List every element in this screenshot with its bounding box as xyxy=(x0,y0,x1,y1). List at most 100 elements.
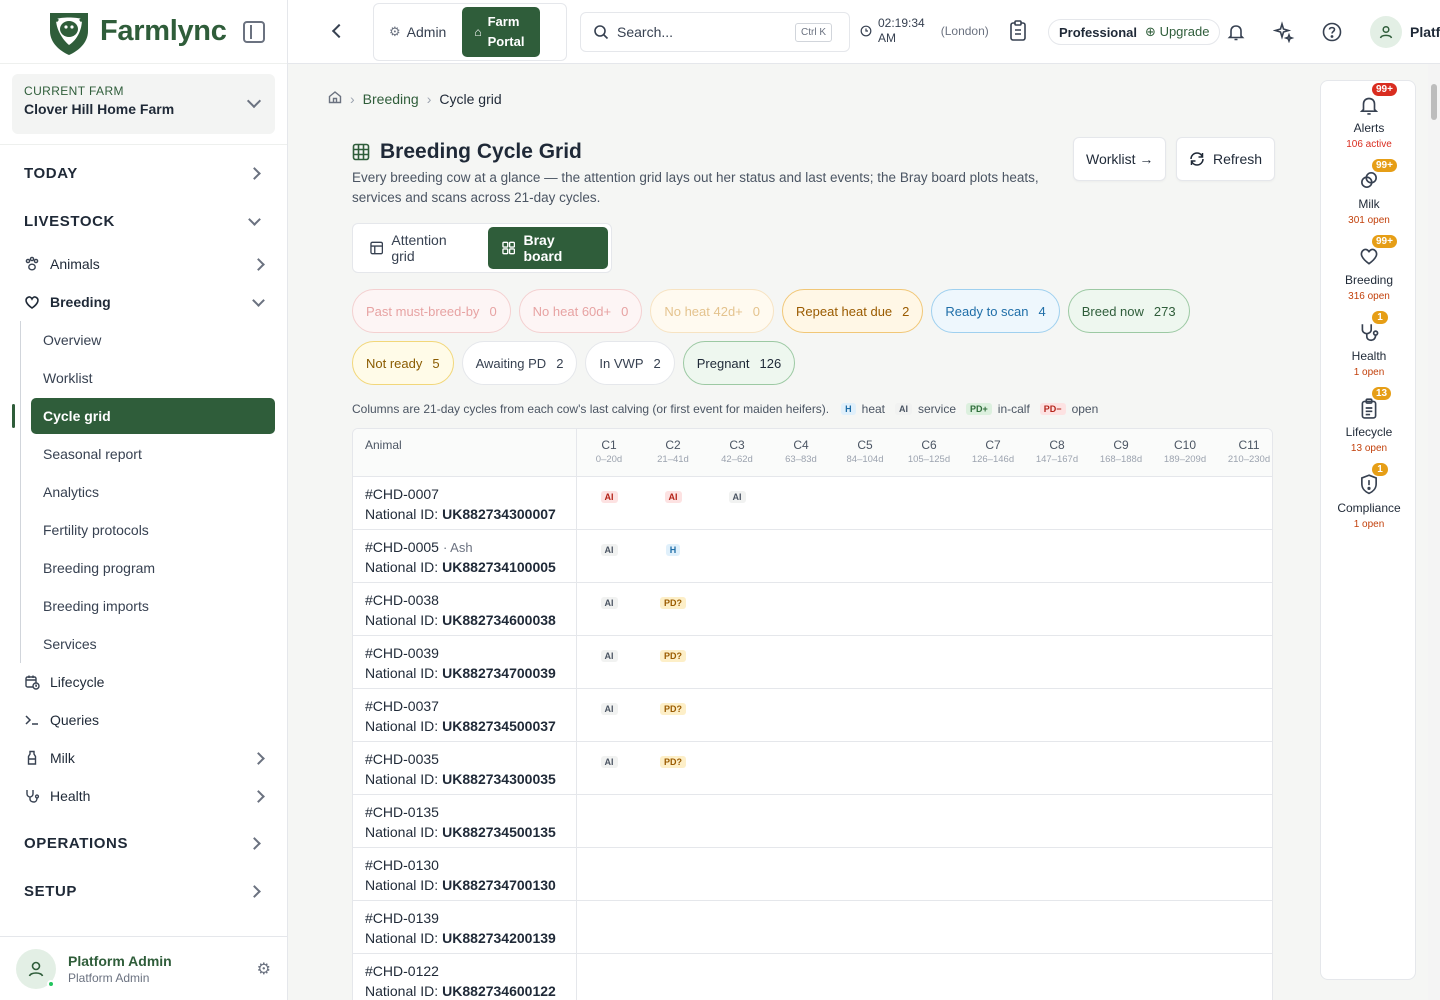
animal-tag[interactable]: #CHD-0005 · Ash xyxy=(365,539,473,555)
cycle-cell[interactable]: PD? xyxy=(641,593,705,611)
rail-item-milk[interactable]: 99+ Milk 301 open xyxy=(1321,159,1417,226)
cycle-cell[interactable]: H xyxy=(641,540,705,558)
sidebar-item-fertility-protocols[interactable]: Fertility protocols xyxy=(21,511,287,549)
table-row[interactable]: #CHD-0038 National ID: UK882734600038 AI PD? xyxy=(353,583,1272,636)
animal-tag[interactable]: #CHD-0135 xyxy=(365,804,439,820)
bray-board-tab[interactable]: Bray board xyxy=(488,227,608,269)
sidebar-item-worklist[interactable]: Worklist xyxy=(21,359,287,397)
status-chip[interactable]: Awaiting PD 2 xyxy=(461,341,578,385)
status-chip[interactable]: Pregnant 126 xyxy=(682,341,796,385)
animal-tag[interactable]: #CHD-0007 xyxy=(365,486,439,502)
table-row[interactable]: #CHD-0130 National ID: UK882734700130 xyxy=(353,848,1272,901)
sidebar-item-animals[interactable]: Animals xyxy=(0,245,287,283)
table-row[interactable]: #CHD-0007 National ID: UK882734300007 AI AI A… xyxy=(353,477,1272,530)
sidebar-item-milk[interactable]: Milk xyxy=(0,739,287,777)
sidebar-item-queries[interactable]: Queries xyxy=(0,701,287,739)
search-box[interactable]: Ctrl K xyxy=(580,12,850,52)
sidebar-item-breeding-program[interactable]: Breeding program xyxy=(21,549,287,587)
national-id: National ID: UK882734500037 xyxy=(365,718,556,734)
table-row[interactable]: #CHD-0039 National ID: UK882734700039 AI PD? xyxy=(353,636,1272,689)
table-row[interactable]: #CHD-0135 National ID: UK882734500135 xyxy=(353,795,1272,848)
sidebar-item-breeding[interactable]: Breeding xyxy=(0,283,287,321)
table-row[interactable]: #CHD-0037 National ID: UK882734500037 AI PD? xyxy=(353,689,1272,742)
status-chip[interactable]: No heat 42d+ 0 xyxy=(650,289,775,333)
sidebar-item-analytics[interactable]: Analytics xyxy=(21,473,287,511)
cycle-cell[interactable]: AI xyxy=(577,540,641,558)
scrollbar-thumb[interactable] xyxy=(1431,84,1437,120)
animal-tag[interactable]: #CHD-0039 xyxy=(365,645,439,661)
upgrade-link[interactable]: ⊕ Upgrade xyxy=(1145,24,1209,40)
nav-section-today[interactable]: TODAY xyxy=(0,149,287,197)
cycle-cell[interactable]: AI xyxy=(577,646,641,664)
top-user-menu[interactable]: Platf xyxy=(1370,16,1440,48)
collapse-sidebar-icon[interactable] xyxy=(243,20,265,43)
back-chevron-icon[interactable] xyxy=(331,23,347,39)
refresh-button[interactable]: Refresh xyxy=(1176,137,1276,181)
worklist-button[interactable]: Worklist → xyxy=(1073,137,1167,181)
status-chip[interactable]: Not ready 5 xyxy=(352,341,454,385)
farm-portal-button[interactable]: ⌂ Farm Portal xyxy=(462,7,540,57)
sidebar: Farmlync CURRENT FARM Clover Hill Home F… xyxy=(0,0,288,1000)
cycle-cell[interactable]: AI xyxy=(641,487,705,505)
table-row[interactable]: #CHD-0005 · Ash National ID: UK882734100005… xyxy=(353,530,1272,583)
cycle-cell[interactable]: AI xyxy=(577,487,641,505)
nav-section-livestock[interactable]: LIVESTOCK xyxy=(0,197,287,245)
cycle-cell[interactable]: PD? xyxy=(641,646,705,664)
rail-item-breeding[interactable]: 99+ Breeding 316 open xyxy=(1321,235,1417,302)
page-scrollbar[interactable] xyxy=(1428,64,1440,1000)
animal-tag[interactable]: #CHD-0130 xyxy=(365,857,439,873)
status-chip[interactable]: No heat 60d+ 0 xyxy=(518,289,643,333)
nav-section-operations[interactable]: OPERATIONS xyxy=(0,819,287,867)
sidebar-item-lifecycle[interactable]: Lifecycle xyxy=(0,663,287,701)
animal-tag[interactable]: #CHD-0037 xyxy=(365,698,439,714)
notifications-bell-icon[interactable] xyxy=(1224,20,1248,44)
cycle-cell[interactable]: AI xyxy=(577,752,641,770)
cycle-cell[interactable]: AI xyxy=(577,699,641,717)
sidebar-item-breeding-imports[interactable]: Breeding imports xyxy=(21,587,287,625)
home-icon[interactable] xyxy=(328,90,342,107)
rail-item-compliance[interactable]: 1 Compliance 1 open xyxy=(1321,463,1417,530)
status-chip[interactable]: Ready to scan 4 xyxy=(931,289,1060,333)
rail-item-alerts[interactable]: 99+ Alerts 106 active xyxy=(1321,83,1417,150)
cycle-cell[interactable]: PD? xyxy=(641,752,705,770)
sidebar-item-overview[interactable]: Overview xyxy=(21,321,287,359)
search-input[interactable] xyxy=(617,24,787,40)
breadcrumb-breeding[interactable]: Breeding xyxy=(363,91,419,107)
cycle-cell[interactable]: AI xyxy=(705,487,769,505)
status-chip[interactable]: Breed now 273 xyxy=(1067,289,1190,333)
admin-portal-button[interactable]: ⚙ Admin xyxy=(377,7,458,57)
status-chip[interactable]: Past must-breed-by 0 xyxy=(352,289,511,333)
table-row[interactable]: #CHD-0035 National ID: UK882734300035 AI PD? xyxy=(353,742,1272,795)
shortcut-hint: Ctrl K xyxy=(795,22,832,42)
clipboard-icon: 13 xyxy=(1356,387,1392,421)
farm-switcher[interactable]: CURRENT FARM Clover Hill Home Farm xyxy=(12,74,275,134)
chip-row: Not ready 5 Awaiting PD 2 In VWP 2 Pregnant 126 xyxy=(352,341,1252,385)
cycle-cell[interactable]: PD? xyxy=(641,699,705,717)
logo[interactable]: Farmlync xyxy=(44,7,227,57)
rail-item-health[interactable]: 1 Health 1 open xyxy=(1321,311,1417,378)
clipboard-icon[interactable] xyxy=(1008,20,1028,47)
chevron-down-icon xyxy=(248,212,261,226)
user-profile[interactable]: Platform Admin Platform Admin ⚙ xyxy=(0,936,287,1000)
animal-tag[interactable]: #CHD-0038 xyxy=(365,592,439,608)
sidebar-item-seasonal-report[interactable]: Seasonal report xyxy=(21,435,287,473)
attention-grid-tab[interactable]: Attention grid xyxy=(356,227,484,269)
sidebar-item-services[interactable]: Services xyxy=(21,625,287,663)
cycle-cell[interactable]: AI xyxy=(577,593,641,611)
animal-tag[interactable]: #CHD-0122 xyxy=(365,963,439,979)
sidebar-item-cycle-grid[interactable]: Cycle grid xyxy=(31,398,275,434)
help-circle-icon[interactable] xyxy=(1320,20,1344,44)
rail-item-lifecycle[interactable]: 13 Lifecycle 13 open xyxy=(1321,387,1417,454)
animal-tag[interactable]: #CHD-0139 xyxy=(365,910,439,926)
gear-icon: ⚙ xyxy=(389,24,401,39)
animal-tag[interactable]: #CHD-0035 xyxy=(365,751,439,767)
nav-section-setup[interactable]: SETUP xyxy=(0,867,287,915)
settings-gear-icon[interactable]: ⚙ xyxy=(257,959,271,979)
status-chip[interactable]: Repeat heat due 2 xyxy=(782,289,924,333)
status-chip[interactable]: In VWP 2 xyxy=(585,341,675,385)
table-row[interactable]: #CHD-0139 National ID: UK882734200139 xyxy=(353,901,1272,954)
ai-sparkles-icon[interactable] xyxy=(1272,20,1296,44)
cycle-label: C7 xyxy=(985,438,1001,452)
table-row[interactable]: #CHD-0122 National ID: UK882734600122 xyxy=(353,954,1272,1000)
sidebar-item-health[interactable]: Health xyxy=(0,777,287,815)
